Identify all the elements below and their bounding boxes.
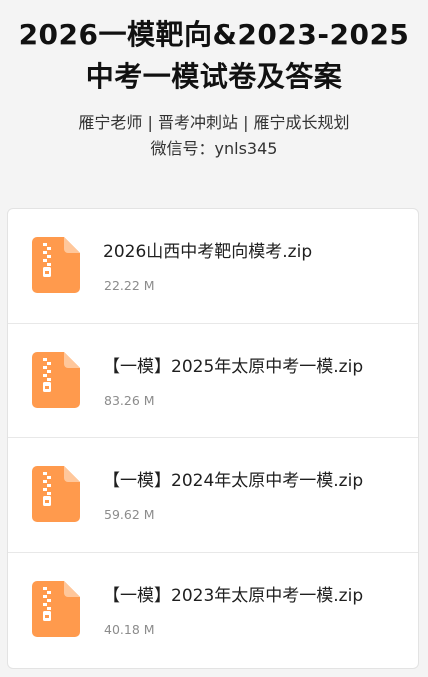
file-item-2026-mock[interactable]: 2026山西中考靶向模考.zip 22.22 M bbox=[8, 209, 418, 324]
file-name: 【一模】2024年太原中考一模.zip bbox=[103, 471, 364, 491]
author-line: 雁宁老师 | 晋考冲刺站 | 雁宁成长规划 bbox=[78, 113, 350, 132]
file-list: 2026山西中考靶向模考.zip 22.22 M 【一模】2025年太原中考一模… bbox=[7, 208, 419, 669]
title-line-1: 2026一模靶向&2023-2025 bbox=[18, 18, 410, 51]
zip-file-icon bbox=[32, 580, 80, 637]
file-item-2025-mock[interactable]: 【一模】2025年太原中考一模.zip 83.26 M bbox=[8, 324, 418, 438]
file-size: 59.62 M bbox=[104, 507, 155, 522]
file-size: 40.18 M bbox=[104, 621, 155, 637]
file-item-2023-mock[interactable]: 【一模】2023年太原中考一模.zip 40.18 M bbox=[8, 553, 418, 668]
file-name: 【一模】2025年太原中考一模.zip bbox=[103, 356, 364, 377]
zip-file-icon bbox=[32, 466, 80, 522]
wechat-id-line: 微信号：ynls345 bbox=[150, 139, 278, 158]
zip-file-icon bbox=[32, 351, 80, 408]
file-item-2024-mock[interactable]: 【一模】2024年太原中考一模.zip 59.62 M bbox=[8, 438, 418, 553]
header: 2026一模靶向&2023-2025 中考一模试卷及答案 雁宁老师 | 晋考冲刺… bbox=[0, 0, 428, 162]
page-title: 2026一模靶向&2023-2025 中考一模试卷及答案 bbox=[0, 14, 428, 98]
title-line-2: 中考一模试卷及答案 bbox=[85, 60, 343, 93]
file-name: 【一模】2023年太原中考一模.zip bbox=[103, 585, 364, 606]
file-name: 2026山西中考靶向模考.zip bbox=[103, 242, 313, 262]
file-size: 22.22 M bbox=[104, 278, 155, 293]
file-size: 83.26 M bbox=[104, 392, 155, 408]
page-subtitle: 雁宁老师 | 晋考冲刺站 | 雁宁成长规划 微信号：ynls345 bbox=[0, 110, 428, 162]
zip-file-icon bbox=[32, 237, 80, 293]
